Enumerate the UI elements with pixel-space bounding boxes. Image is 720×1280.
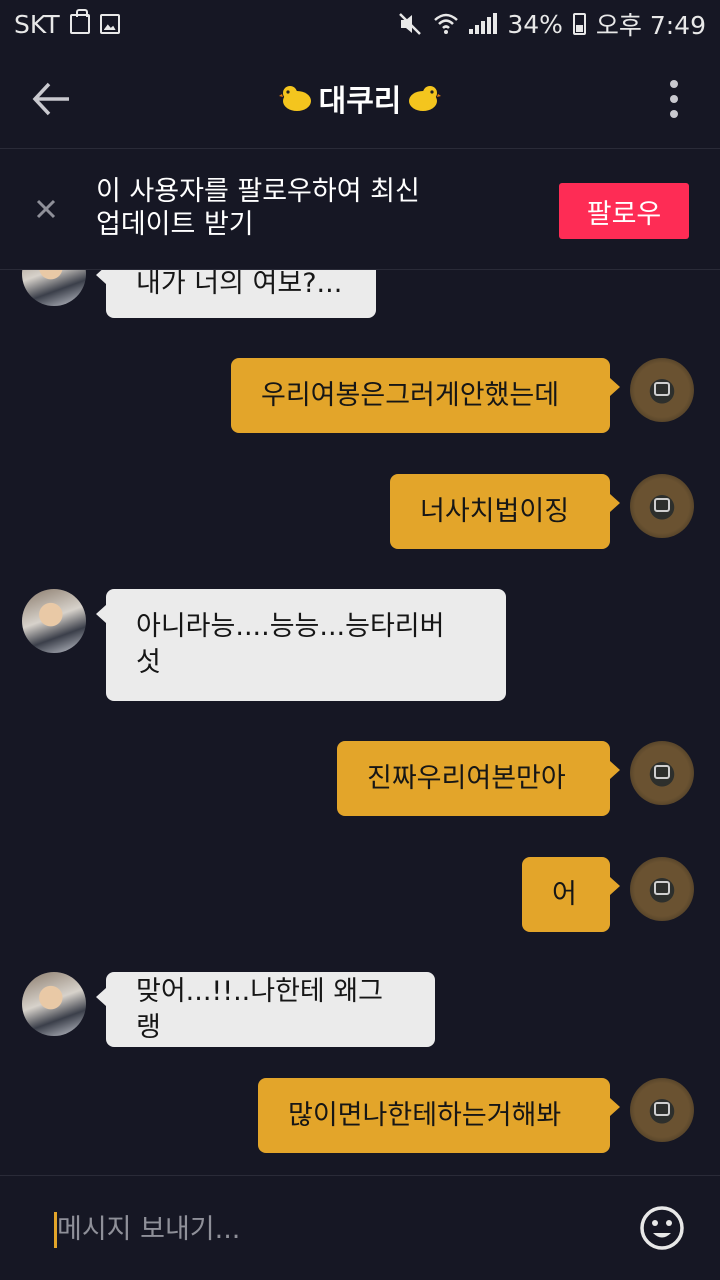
page-title: 대쿠리	[318, 84, 402, 119]
chick-emoji-icon	[409, 86, 442, 111]
message-bubble-mine: 우리여봉은그러게안했는데	[231, 358, 620, 433]
image-icon	[99, 14, 120, 34]
follow-banner: 이 사용자를 팔로우하여 최신 업데이트 받기 팔로우	[0, 148, 720, 270]
avatar[interactable]	[630, 857, 694, 921]
avatar[interactable]	[630, 474, 694, 538]
message-input[interactable]	[57, 1206, 577, 1252]
follow-message-line1: 이 사용자를 팔로우하여 최신	[96, 176, 420, 207]
avatar[interactable]	[630, 741, 694, 805]
mute-icon	[399, 13, 422, 35]
emoji-face-icon[interactable]	[638, 1204, 686, 1252]
chat-header: 대쿠리	[0, 48, 720, 148]
message-text: 너사치법이징	[420, 495, 570, 527]
more-options-button[interactable]	[664, 76, 684, 122]
message-bubble-other: 아니라능....능능...능타리버 섯	[96, 589, 506, 701]
title-wrap: 대쿠리	[278, 76, 442, 120]
chat-list[interactable]: 내가 너의 여보?... 우리여봉은그러게안했는데 너사치법이징 아니라능...…	[0, 270, 720, 1175]
clock: 오후 7:49	[595, 11, 706, 40]
follow-message: 이 사용자를 팔로우하여 최신 업데이트 받기	[96, 175, 516, 241]
back-arrow-icon	[32, 82, 69, 116]
status-right: 34% 오후 7:49	[397, 6, 706, 42]
message-text-line1: 아니라능....능능...능타리버	[136, 611, 445, 642]
message-bubble-mine: 어	[522, 857, 620, 932]
status-bar: SKT 34% 오후 7:49	[0, 0, 720, 48]
message-text-line2: 섯	[136, 647, 161, 678]
message-bubble-mine: 진짜우리여본만아	[337, 741, 620, 816]
avatar[interactable]	[630, 1078, 694, 1142]
message-text: 맞어...!!..나한테 왜그랭	[136, 975, 384, 1043]
battery-percent: 34%	[507, 9, 563, 39]
message-text: 어	[552, 878, 577, 910]
avatar[interactable]	[630, 358, 694, 422]
message-text: 내가 너의 여보?...	[136, 270, 343, 299]
message-text: 많이면나한테하는거해봐	[288, 1099, 562, 1131]
message-text: 진짜우리여본만아	[367, 762, 566, 794]
signal-icon	[469, 13, 498, 34]
shopping-bag-icon	[69, 9, 90, 34]
close-icon[interactable]	[32, 195, 60, 223]
composer-bar	[0, 1175, 720, 1280]
message-bubble-mine: 많이면나한테하는거해봐	[258, 1078, 620, 1153]
message-bubble-mine: 너사치법이징	[390, 474, 620, 549]
more-vertical-icon	[670, 80, 678, 118]
follow-message-line2: 업데이트 받기	[96, 209, 254, 240]
message-bubble-other: 맞어...!!..나한테 왜그랭	[96, 972, 435, 1047]
chick-emoji-icon	[278, 86, 311, 111]
avatar[interactable]	[22, 270, 86, 306]
battery-icon	[572, 13, 586, 35]
avatar[interactable]	[22, 972, 86, 1036]
wifi-icon	[434, 13, 459, 34]
message-bubble-other: 내가 너의 여보?...	[96, 270, 376, 318]
avatar[interactable]	[22, 589, 86, 653]
back-button[interactable]	[28, 76, 74, 122]
carrier-label: SKT	[14, 9, 60, 39]
follow-button[interactable]: 팔로우	[559, 183, 689, 239]
status-left: SKT	[14, 9, 120, 39]
message-text: 우리여봉은그러게안했는데	[261, 379, 560, 411]
